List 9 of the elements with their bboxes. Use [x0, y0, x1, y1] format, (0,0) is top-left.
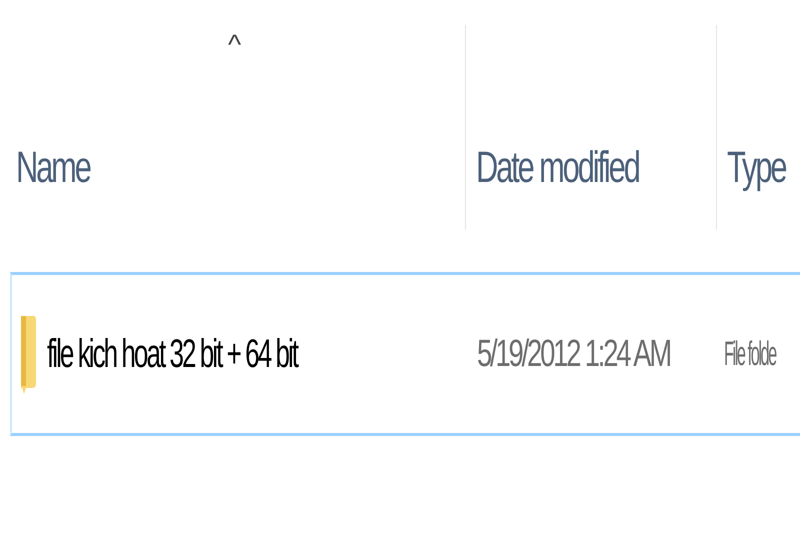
folder-icon — [20, 314, 37, 394]
file-name: file kich hoat 32 bit + 64 bit — [47, 332, 298, 376]
column-header[interactable]: Type — [727, 146, 786, 190]
column-header[interactable]: Name — [16, 146, 90, 190]
column-header[interactable]: Date modified — [476, 146, 639, 190]
date-modified: 5/19/2012 1:24 AM — [477, 332, 670, 376]
file-type: File folde — [724, 334, 776, 374]
sort-caret: ^ — [228, 31, 242, 59]
file-row[interactable]: file kich hoat 32 bit + 64 bit 5/19/2012 1:24 AM File folde — [10, 272, 800, 436]
